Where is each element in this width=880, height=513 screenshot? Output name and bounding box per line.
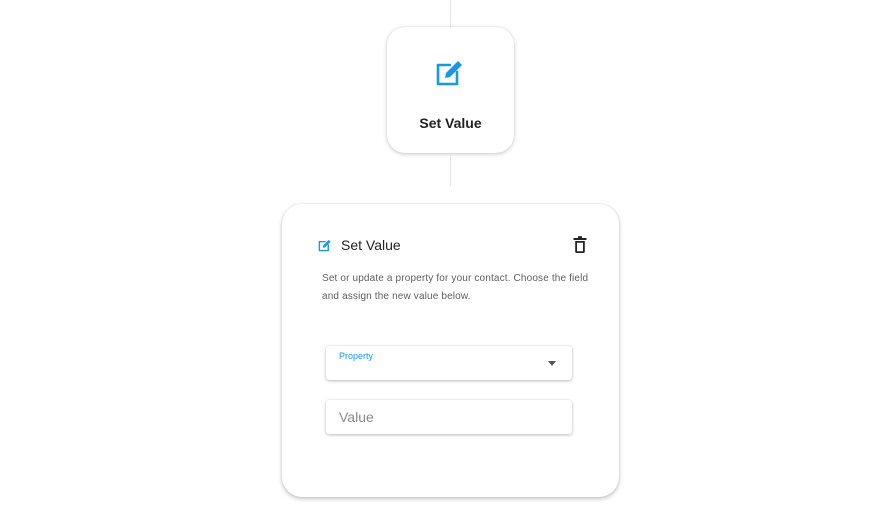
panel-title: Set Value xyxy=(341,237,401,253)
flow-connector-top xyxy=(450,0,451,27)
edit-icon xyxy=(318,239,331,252)
set-value-node[interactable]: Set Value xyxy=(387,27,514,153)
panel-description: Set or update a property for your contac… xyxy=(322,273,589,302)
delete-button[interactable] xyxy=(572,236,588,254)
flow-connector-middle xyxy=(450,153,451,186)
property-label: Property xyxy=(339,351,374,361)
set-value-panel: Set Value Set or update a property for y… xyxy=(282,204,619,497)
edit-icon xyxy=(436,61,462,86)
value-field[interactable] xyxy=(326,400,572,434)
node-title: Set Value xyxy=(419,115,482,131)
caret-down-icon xyxy=(548,361,556,366)
value-input[interactable] xyxy=(326,400,572,434)
property-select[interactable]: Property xyxy=(326,346,572,380)
trash-icon xyxy=(573,236,587,253)
